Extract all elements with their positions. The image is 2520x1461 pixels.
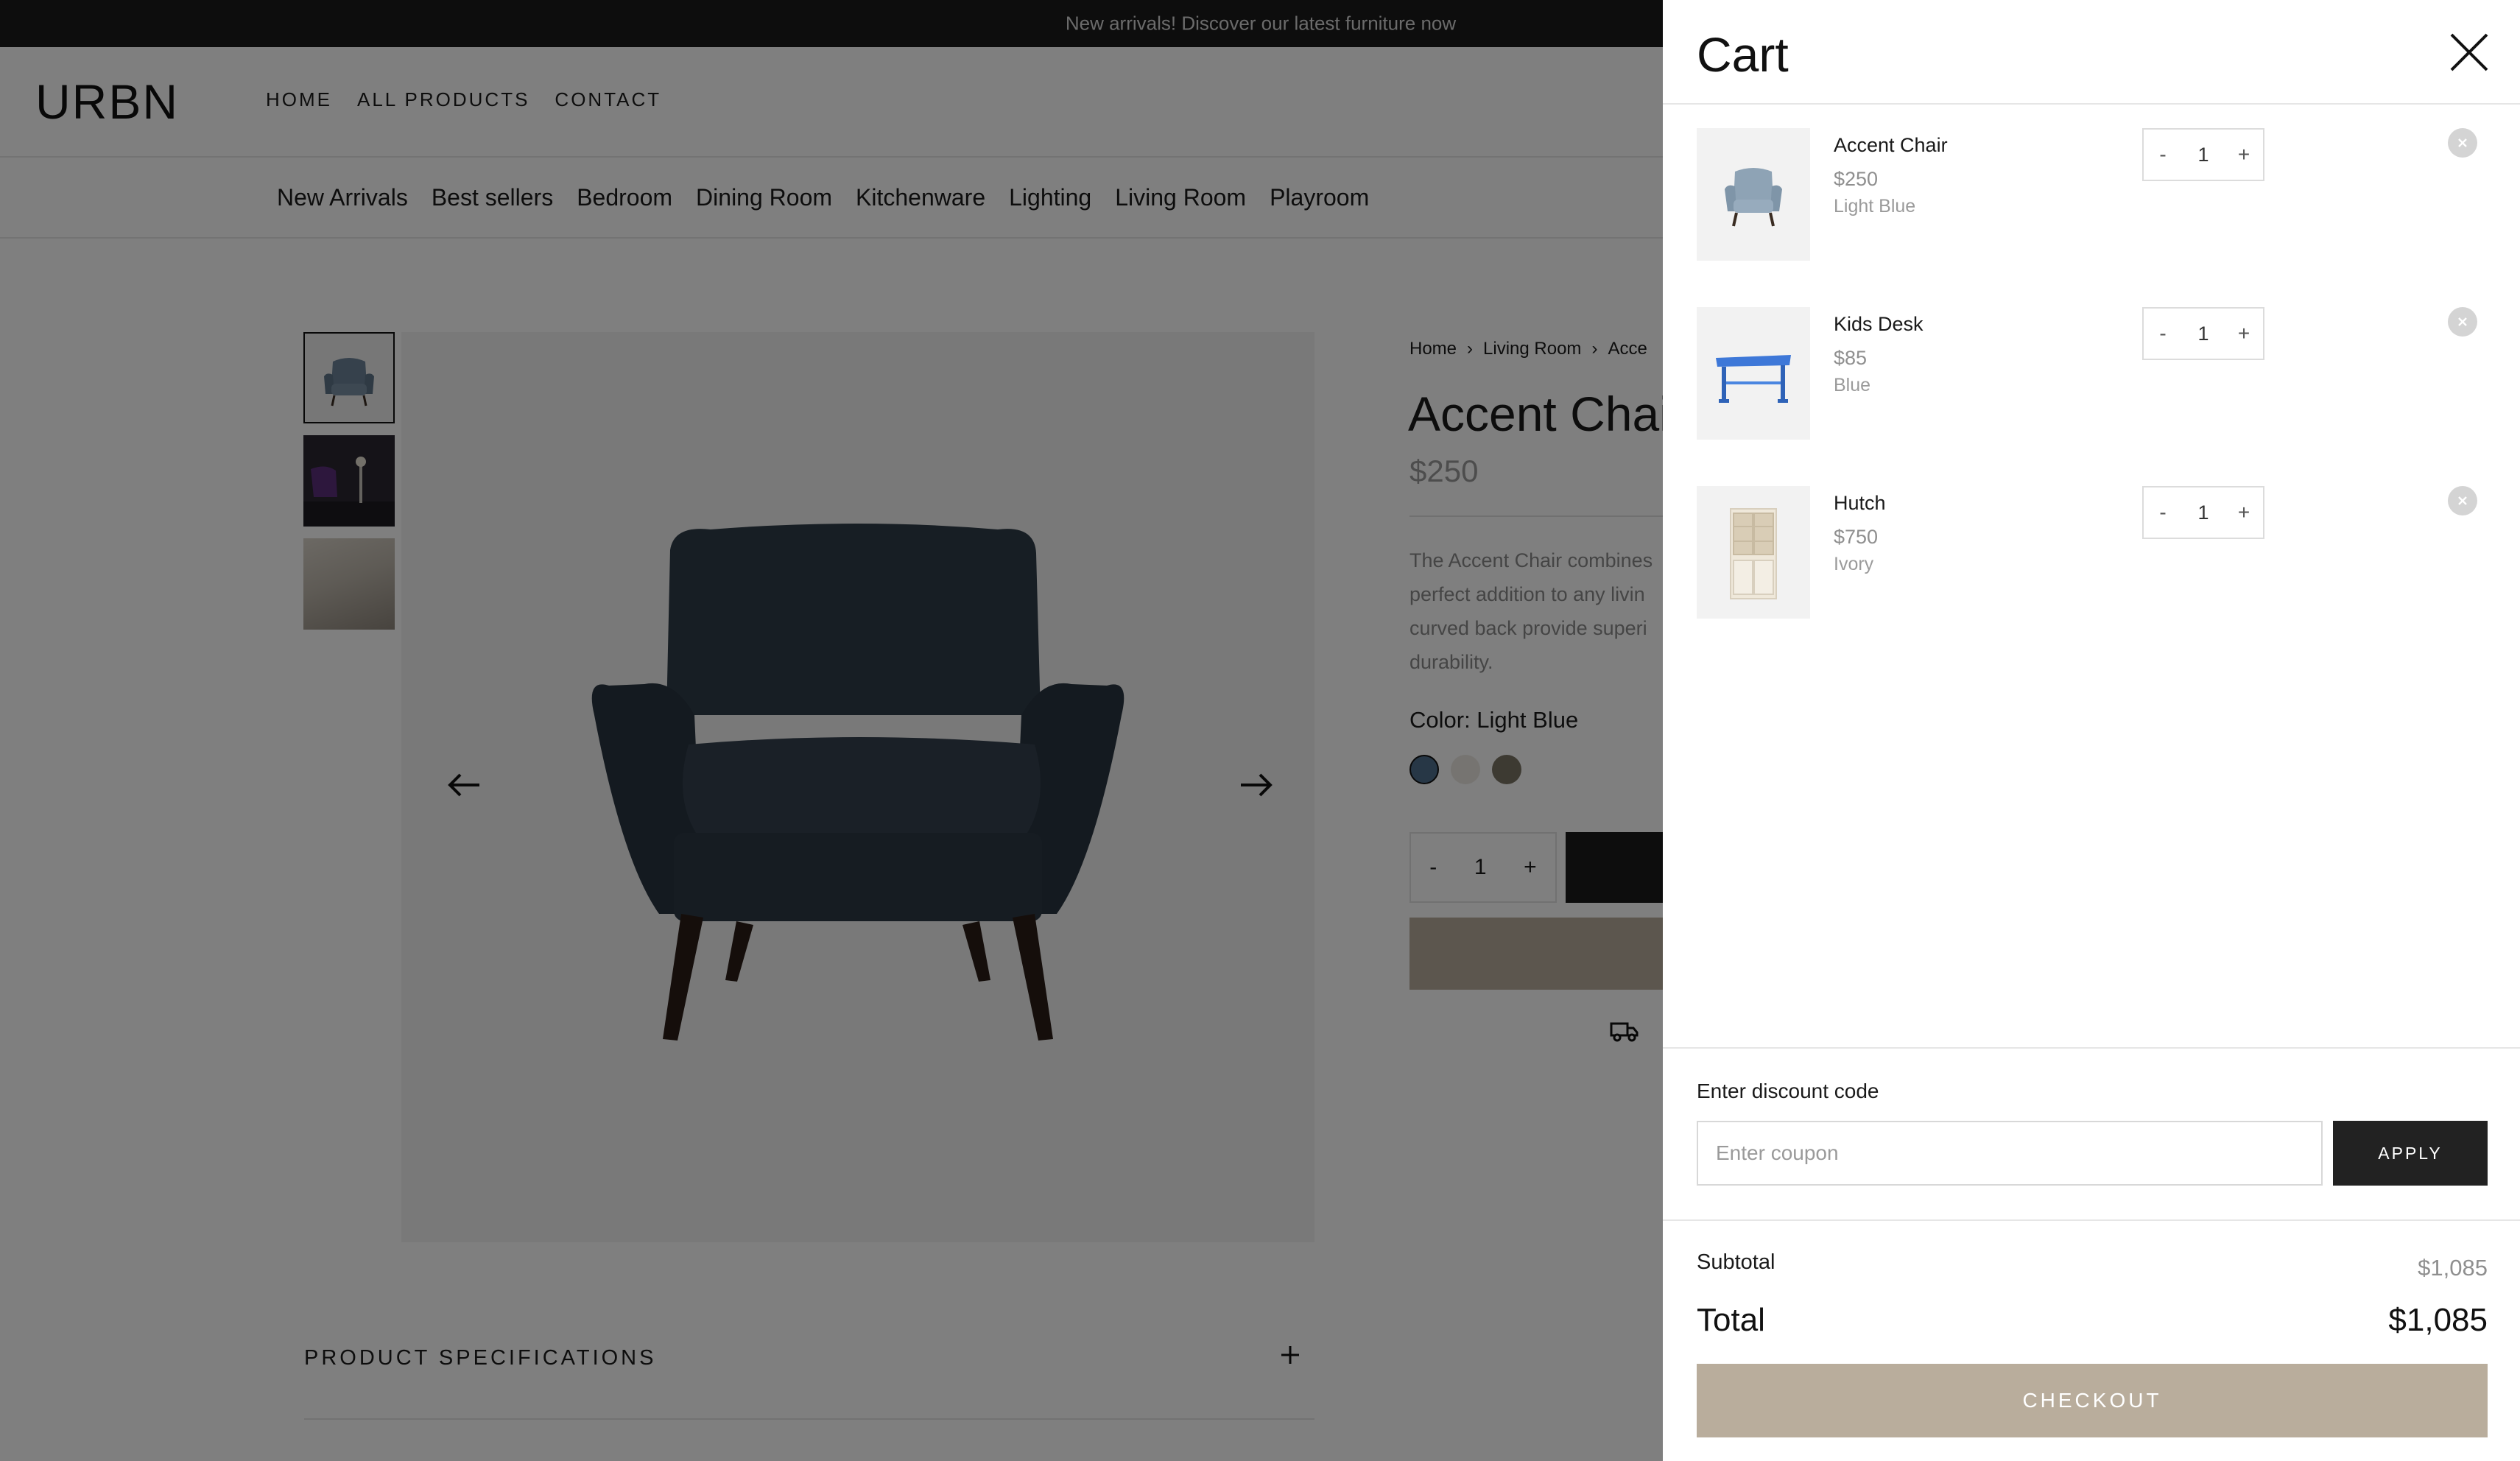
qty-decrement-button[interactable]: - (2144, 487, 2182, 538)
discount-section: Enter discount code APPLY (1663, 1047, 2520, 1221)
cart-item-variant: Ivory (1834, 554, 1874, 574)
qty-value[interactable]: 1 (2182, 144, 2225, 166)
qty-decrement-button[interactable]: - (2144, 130, 2182, 180)
accent-chair-icon (1725, 168, 1782, 227)
subtotal-label: Subtotal (1697, 1250, 1775, 1274)
kids-desk-thumbnail (1697, 307, 1810, 440)
quantity-stepper: - 1 + (2142, 307, 2264, 360)
cart-item-price: $85 (1834, 347, 1868, 369)
cart-item: Accent Chair $250 Light Blue - 1 + (1697, 128, 2507, 261)
remove-item-icon[interactable] (2448, 486, 2477, 515)
hutch-thumbnail (1697, 486, 1810, 619)
checkout-button[interactable]: CHECKOUT (1697, 1364, 2488, 1437)
quantity-stepper: - 1 + (2142, 128, 2264, 181)
remove-item-icon[interactable] (2448, 128, 2477, 158)
cart-item-name: Accent Chair (1834, 134, 1948, 156)
total-label: Total (1697, 1302, 1765, 1338)
cart-item-price: $750 (1834, 526, 1879, 548)
cart-drawer: Cart Accent Chair $250 Light Blue - 1 + (1663, 0, 2520, 1461)
qty-increment-button[interactable]: + (2225, 487, 2263, 538)
remove-item-icon[interactable] (2448, 307, 2477, 337)
cart-item-name: Kids Desk (1834, 313, 1924, 335)
cart-item: Hutch $750 Ivory - 1 + (1697, 486, 2507, 619)
apply-coupon-button[interactable]: APPLY (2333, 1121, 2488, 1186)
accent-chair-thumbnail (1697, 128, 1810, 261)
coupon-input[interactable] (1697, 1121, 2323, 1186)
qty-decrement-button[interactable]: - (2144, 309, 2182, 359)
qty-value[interactable]: 1 (2182, 323, 2225, 345)
close-icon[interactable] (2443, 27, 2495, 78)
qty-increment-button[interactable]: + (2225, 309, 2263, 359)
qty-increment-button[interactable]: + (2225, 130, 2263, 180)
cart-item-variant: Light Blue (1834, 196, 1916, 216)
cart-item-price: $250 (1834, 168, 1879, 190)
quantity-stepper: - 1 + (2142, 486, 2264, 539)
qty-value[interactable]: 1 (2182, 501, 2225, 524)
cart-item-name: Hutch (1834, 492, 1886, 514)
discount-label: Enter discount code (1697, 1080, 1879, 1102)
cart-title: Cart (1697, 27, 1789, 82)
cart-item: Kids Desk $85 Blue - 1 + (1697, 307, 2507, 440)
kids-desk-icon (1716, 355, 1791, 403)
total-value: $1,085 (2388, 1302, 2488, 1338)
subtotal-value: $1,085 (2418, 1255, 2488, 1281)
cart-header: Cart (1663, 0, 2520, 105)
hutch-icon (1730, 508, 1777, 599)
cart-item-variant: Blue (1834, 375, 1871, 395)
